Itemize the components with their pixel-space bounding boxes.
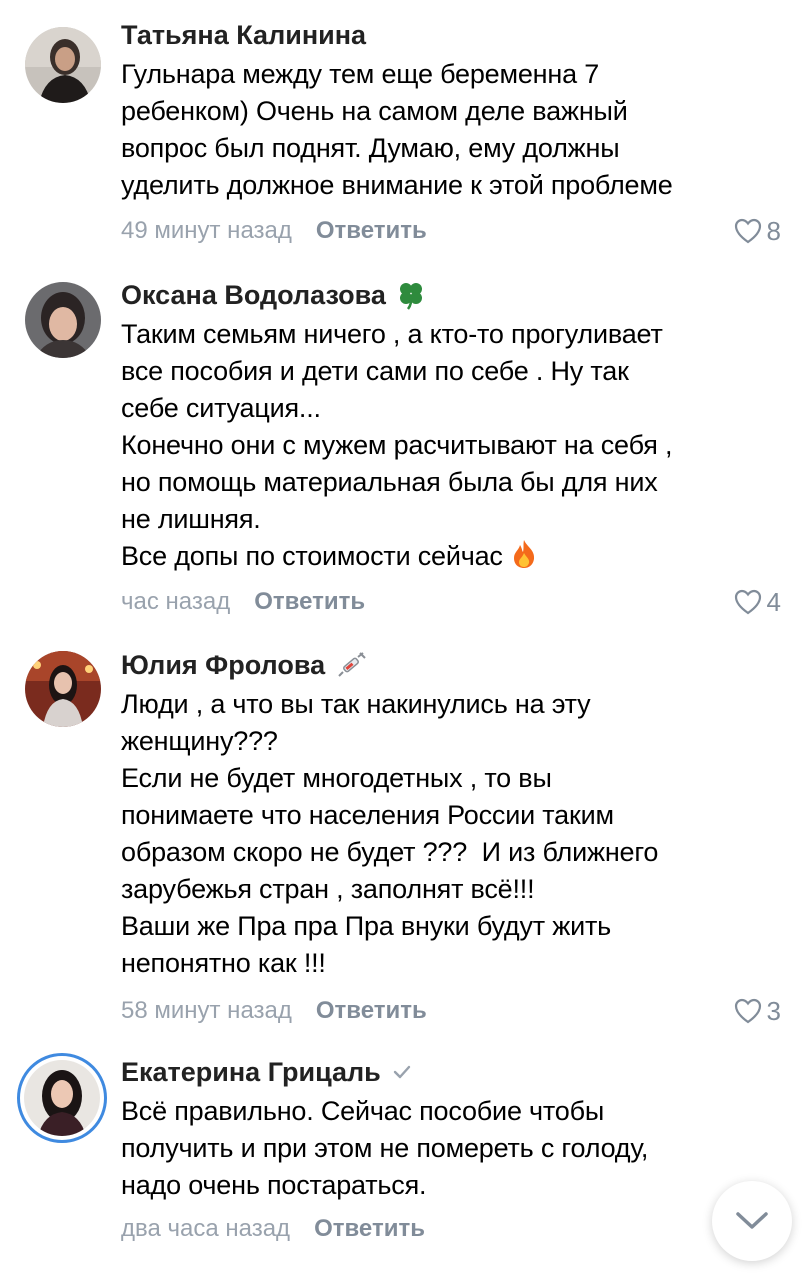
avatar[interactable] [25, 27, 101, 103]
like-count: 3 [766, 995, 781, 1026]
comment-time: 49 минут назад [121, 217, 292, 244]
avatar-photo [25, 651, 101, 727]
reply-button[interactable]: Ответить [316, 997, 427, 1025]
comments-feed: Татьяна Калинина Гульнара между тем еще … [0, 0, 809, 1280]
comment-time: час назад [121, 588, 231, 615]
comment-text: Таким семьям ничего , а кто-то прогулива… [121, 316, 789, 579]
like-button[interactable]: 4 [733, 587, 781, 618]
comment-text: Всё правильно. Сейчас пособие чтобы полу… [121, 1096, 649, 1200]
scroll-down-button[interactable] [712, 1181, 792, 1261]
reply-button[interactable]: Ответить [254, 588, 365, 616]
comment-text: Гульнара между тем еще беременна 7 ребен… [121, 59, 673, 200]
avatar-photo [25, 282, 101, 358]
comment-meta: час назад Ответить 4 [121, 585, 789, 619]
chevron-down-icon [736, 1212, 768, 1229]
like-count: 8 [766, 215, 781, 246]
avatar-photo [24, 1060, 100, 1136]
like-count: 4 [766, 586, 781, 617]
fire-icon [511, 539, 537, 579]
avatar-with-story-ring[interactable] [17, 1053, 107, 1143]
heart-icon [734, 589, 761, 615]
comment-meta: 49 минут назад Ответить 8 [121, 214, 789, 248]
comment-author[interactable]: Екатерина Грицаль [121, 1055, 789, 1089]
avatar[interactable] [25, 651, 101, 727]
comment-author[interactable]: Татьяна Калинина [121, 18, 789, 52]
reply-button[interactable]: Ответить [316, 217, 427, 245]
clover-icon [396, 280, 426, 310]
comment-meta: два часа назад Ответить [121, 1212, 789, 1246]
comment-text: Люди , а что вы так накинулись на эту же… [121, 689, 659, 978]
reply-button[interactable]: Ответить [314, 1215, 425, 1243]
verified-check-icon [391, 1061, 413, 1083]
comment-meta: 58 минут назад Ответить 3 [121, 994, 789, 1028]
comment-time: два часа назад [121, 1215, 291, 1242]
like-button[interactable]: 8 [733, 216, 781, 247]
avatar-photo [25, 27, 101, 103]
comment-time: 58 минут назад [121, 997, 292, 1024]
comment-author[interactable]: Юлия Фролова [121, 648, 789, 682]
avatar[interactable] [25, 282, 101, 358]
heart-icon [734, 218, 761, 244]
comment-author[interactable]: Оксана Водолазова [121, 278, 789, 312]
like-button[interactable]: 3 [733, 996, 781, 1027]
syringe-icon [335, 650, 367, 680]
heart-icon [734, 998, 761, 1024]
